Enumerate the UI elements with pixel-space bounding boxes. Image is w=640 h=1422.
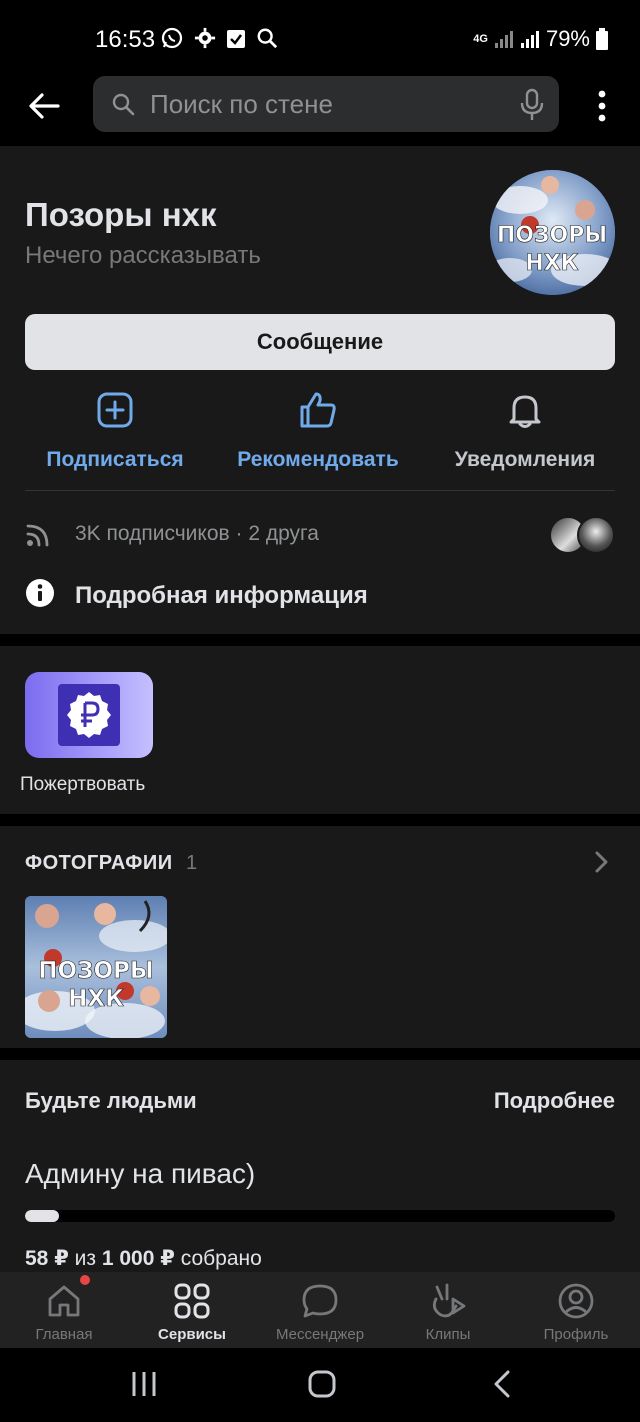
tab-messenger[interactable]: Мессенджер [256,1272,384,1348]
chat-bubble-icon [302,1284,338,1318]
search-icon [112,93,135,116]
search-placeholder: Поиск по стене [150,89,333,119]
group-avatar[interactable]: ПОЗОРЫ НХК [490,170,615,295]
subscribe-label: Подписаться [46,448,184,471]
tab-home-label: Главная [35,1326,93,1343]
back-button-icon[interactable] [490,1370,514,1398]
followers-row[interactable]: 3K подписчиков · 2 друга [25,514,615,554]
group-header-card: Позоры нхк Нечего рассказывать ПОЗОРЫ НХ… [0,146,640,634]
chevron-right-icon[interactable] [594,850,610,874]
avatar-text-line2: НХК [525,251,578,276]
group-title: Позоры нхк [25,196,217,233]
group-status: Нечего рассказывать [25,242,261,269]
recent-apps-icon[interactable] [130,1370,158,1398]
donate-tile[interactable] [25,672,153,758]
goal-progress-fill [25,1210,60,1222]
system-navigation-bar [0,1348,640,1422]
top-bar: Поиск по стене [0,66,640,146]
wall-search-input[interactable]: Поиск по стене [93,76,559,132]
tab-services-label: Сервисы [158,1326,226,1343]
photo-text-line2: НХК [68,986,124,1012]
search-status-icon [257,28,278,49]
avatar-image: ПОЗОРЫ НХК [490,170,615,295]
bottom-tab-bar: Главная Сервисы Мессенджер Клипы Профиль [0,1272,640,1348]
friends-avatars [549,516,615,554]
goal-status: 58 ₽ из 1 000 ₽ собрано [25,1246,262,1271]
checkbox-task-icon [227,30,245,48]
tab-clips-label: Клипы [425,1326,471,1343]
donate-card: Пожертвовать [0,646,640,814]
thumbs-up-icon [300,392,336,428]
add-square-icon [97,392,133,428]
photo-thumbnail[interactable]: ПОЗОРЫ НХК [25,896,167,1038]
message-button[interactable]: Сообщение [25,314,615,370]
group-actions: Подписаться Рекомендовать Уведомления [0,386,640,486]
rss-feed-icon [26,524,49,547]
divider [25,490,615,491]
battery-icon [596,28,608,50]
photos-card: ФОТОГРАФИИ 1 ПОЗОРЫ НХК [0,826,640,1048]
tab-clips[interactable]: Клипы [384,1272,512,1348]
home-icon [48,1285,80,1317]
more-options-icon[interactable] [592,88,612,124]
goal-target: 1 000 ₽ [101,1247,175,1270]
clips-icon [432,1283,466,1318]
ruble-badge-icon [58,684,120,746]
goal-more-link[interactable]: Подробнее [494,1088,615,1114]
recommend-action[interactable]: Рекомендовать [218,386,418,472]
status-notification-icons [160,26,278,50]
tab-home[interactable]: Главная [0,1272,128,1348]
notifications-action[interactable]: Уведомления [425,386,625,472]
notification-dot [80,1275,90,1285]
detailed-info-row[interactable]: Подробная информация [25,576,615,616]
goal-collected: 58 ₽ [25,1247,69,1270]
tab-profile-label: Профиль [543,1326,609,1343]
subscribe-action[interactable]: Подписаться [15,386,215,472]
fundraising-card: Будьте людьми Подробнее Админу на пивас)… [0,1060,640,1280]
settings-gear-icon [194,27,216,49]
microphone-icon[interactable] [519,88,545,122]
services-grid-icon [174,1283,210,1319]
photo-image: ПОЗОРЫ НХК [25,896,167,1038]
battery-percent: 79% [545,26,590,51]
photo-text-line1: ПОЗОРЫ [38,958,153,984]
detailed-info-label: Подробная информация [75,582,368,609]
bell-icon [509,395,541,428]
friend-avatar [577,516,615,554]
goal-name: Админу на пивас) [25,1158,256,1189]
photos-heading[interactable]: ФОТОГРАФИИ [25,852,173,875]
tab-profile[interactable]: Профиль [512,1272,640,1348]
back-arrow-icon[interactable] [24,86,64,126]
goal-progress-bar [25,1210,615,1222]
status-time: 16:53 [95,26,156,53]
signal-icon [494,31,513,48]
network-type: 4G [473,33,488,45]
followers-count: 3K подписчиков · 2 друга [75,522,319,545]
home-button-icon[interactable] [308,1370,336,1398]
status-right: 4G 79% [473,26,608,52]
signal-icon-2 [520,31,539,48]
goal-title: Будьте людьми [25,1088,197,1113]
whatsapp-icon [161,27,183,49]
photos-count: 1 [186,852,198,874]
goal-separator: из [74,1247,97,1270]
info-icon [26,579,54,607]
avatar-text-line1: ПОЗОРЫ [497,223,607,248]
goal-suffix: собрано [180,1247,262,1270]
notifications-label: Уведомления [454,448,596,471]
tab-messenger-label: Мессенджер [275,1326,365,1343]
profile-icon [558,1283,594,1319]
tab-services[interactable]: Сервисы [128,1272,256,1348]
donate-label: Пожертвовать [20,774,146,795]
recommend-label: Рекомендовать [237,448,399,471]
